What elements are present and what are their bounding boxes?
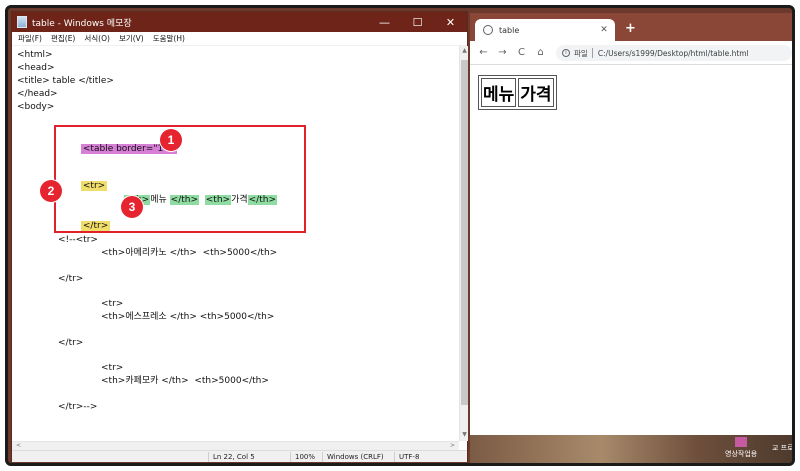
menu-help[interactable]: 도움말(H)	[153, 33, 185, 44]
code-line: <title> table </title>	[17, 76, 114, 86]
annotation-badge-3: 3	[121, 196, 143, 218]
info-icon[interactable]: i	[562, 49, 570, 57]
code-line: </head>	[17, 89, 58, 99]
code-line: <!--<tr>	[58, 235, 98, 245]
table-header-cell: 가격	[518, 78, 554, 107]
file-scheme-label: 파일	[574, 48, 588, 58]
back-icon[interactable]: ←	[474, 47, 493, 58]
th-close-tag: </th>	[247, 195, 277, 205]
globe-icon	[483, 25, 493, 35]
url-text[interactable]: C:/Users/s1999/Desktop/html/table.html	[598, 49, 749, 58]
desktop-shortcut-label[interactable]: 교 프로그	[772, 444, 792, 452]
minimize-button[interactable]: —	[368, 12, 401, 32]
annotation-badge-2: 2	[40, 180, 62, 202]
vertical-scroll-thumb[interactable]	[461, 60, 468, 405]
browser-window: table ✕ + ← → C ⌂ i 파일 C:/Users/s1999/De…	[470, 13, 792, 435]
code-line: <body>	[17, 102, 55, 112]
notepad-titlebar[interactable]: table - Windows 메모장 — ☐ ✕	[12, 12, 467, 32]
vertical-scrollbar[interactable]: ▲ ▼	[459, 46, 468, 441]
annotation-badge-1: 1	[160, 129, 182, 151]
notepad-window-title: table - Windows 메모장	[32, 18, 132, 29]
code-line: </tr>-->	[58, 402, 98, 412]
tr-close-tag: </tr>	[80, 221, 111, 231]
line-ending: Windows (CRLF)	[322, 452, 384, 462]
th-close-tag: </th>	[169, 195, 200, 205]
code-line: <tr>	[101, 363, 124, 373]
code-line: <th>에스프레소 </th> <th>5000</th>	[101, 312, 275, 322]
maximize-button[interactable]: ☐	[401, 12, 434, 32]
cursor-position: Ln 22, Col 5	[208, 452, 255, 462]
th-text: 메뉴	[150, 195, 167, 205]
tab-title: table	[499, 25, 520, 35]
reload-icon[interactable]: C	[512, 47, 531, 58]
tab-table[interactable]: table ✕	[475, 19, 615, 41]
rendered-table: 메뉴 가격	[478, 75, 557, 110]
code-line: </tr>	[58, 338, 84, 348]
encoding: UTF-8	[394, 452, 419, 462]
horizontal-scrollbar[interactable]: < >	[12, 441, 459, 450]
zoom-level: 100%	[290, 452, 315, 462]
menu-file[interactable]: 파일(F)	[18, 33, 42, 44]
browser-toolbar: ← → C ⌂ i 파일 C:/Users/s1999/Desktop/html…	[470, 41, 792, 65]
screenshot-frame: table - Windows 메모장 — ☐ ✕ 파일(F) 편집(E) 서식…	[5, 5, 795, 466]
code-line: <tr>	[101, 299, 124, 309]
code-line: </tr>	[58, 274, 84, 284]
scroll-up-icon[interactable]: ▲	[460, 47, 469, 54]
th-open-tag: <th>	[204, 195, 232, 205]
close-button[interactable]: ✕	[434, 12, 467, 32]
notepad-window: table - Windows 메모장 — ☐ ✕ 파일(F) 편집(E) 서식…	[11, 11, 468, 462]
notepad-app-icon	[17, 16, 27, 28]
scroll-left-icon[interactable]: <	[14, 442, 23, 449]
code-line: <html>	[17, 50, 53, 60]
code-line: <th>아메리카노 </th> <th>5000</th>	[101, 248, 278, 258]
notepad-menubar: 파일(F) 편집(E) 서식(O) 보기(V) 도움말(H)	[12, 32, 467, 46]
new-tab-button[interactable]: +	[625, 21, 636, 36]
code-line: <head>	[17, 63, 55, 73]
page-viewport: 메뉴 가격	[470, 65, 792, 435]
menu-format[interactable]: 서식(O)	[84, 33, 110, 44]
tab-close-icon[interactable]: ✕	[597, 25, 611, 35]
th-text: 가격	[231, 195, 248, 205]
tab-strip: table ✕ +	[470, 13, 792, 41]
address-bar[interactable]: i 파일 C:/Users/s1999/Desktop/html/table.h…	[556, 45, 792, 61]
code-line: <th>카페모카 </th> <th>5000</th>	[101, 376, 269, 386]
home-icon[interactable]: ⌂	[531, 47, 550, 58]
address-separator	[591, 48, 593, 58]
scroll-down-icon[interactable]: ▼	[460, 431, 469, 438]
notepad-text-area[interactable]: <html> <head> <title> table </title> </h…	[12, 46, 459, 441]
menu-view[interactable]: 보기(V)	[119, 33, 144, 44]
menu-edit[interactable]: 편집(E)	[51, 33, 75, 44]
scroll-right-icon[interactable]: >	[448, 442, 457, 449]
table-header-cell: 메뉴	[481, 78, 517, 107]
desktop-shortcut-label[interactable]: 영상작업용	[725, 449, 757, 459]
desktop-shortcut-icon[interactable]	[735, 437, 747, 447]
table-row: 메뉴 가격	[481, 78, 554, 107]
notepad-statusbar: Ln 22, Col 5 100% Windows (CRLF) UTF-8	[12, 450, 467, 462]
forward-icon[interactable]: →	[493, 47, 512, 58]
desktop-background: 영상작업용 교 프로그	[470, 435, 792, 463]
